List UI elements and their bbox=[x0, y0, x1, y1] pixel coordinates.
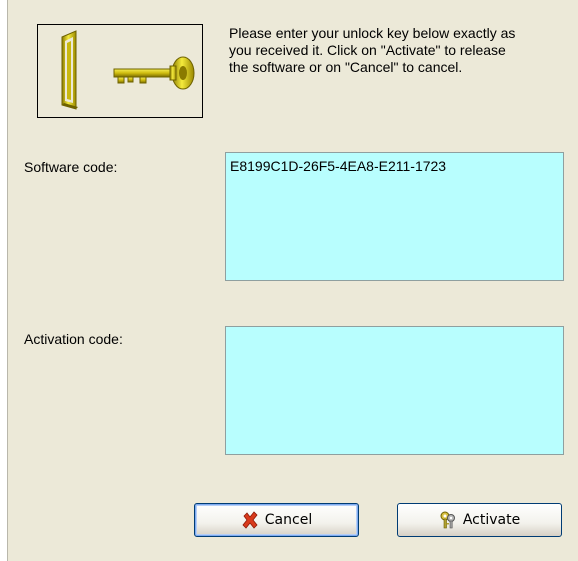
unlock-dialog: Please enter your unlock key below exact… bbox=[0, 0, 578, 561]
activate-button[interactable]: Activate bbox=[397, 503, 562, 537]
door-frame bbox=[61, 30, 78, 110]
activation-code-field[interactable] bbox=[225, 326, 564, 455]
software-code-field[interactable]: E8199C1D-26F5-4EA8-E211-1723 bbox=[225, 152, 564, 281]
red-x-icon bbox=[241, 511, 259, 529]
cancel-button[interactable]: Cancel bbox=[194, 503, 359, 537]
activate-button-label: Activate bbox=[462, 512, 521, 528]
activation-code-label: Activation code: bbox=[24, 331, 123, 347]
unlock-logo bbox=[37, 24, 203, 118]
instructions-text: Please enter your unlock key below exact… bbox=[229, 25, 516, 75]
door-and-key-icon bbox=[61, 30, 195, 110]
key bbox=[113, 56, 195, 90]
keys-icon bbox=[439, 511, 457, 529]
software-code-label: Software code: bbox=[24, 159, 118, 175]
cancel-button-label: Cancel bbox=[264, 512, 313, 528]
